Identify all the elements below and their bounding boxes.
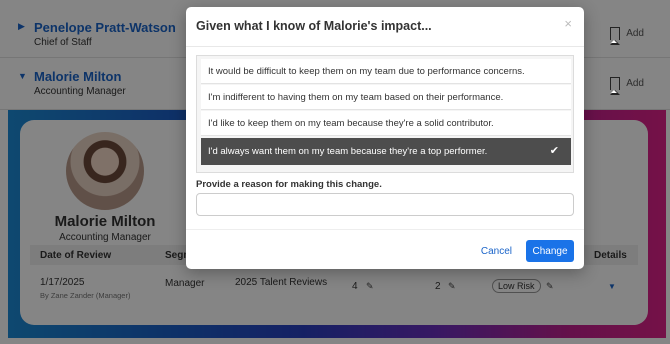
impact-modal: Given what I know of Malorie's impact...… (186, 7, 584, 269)
reason-input[interactable] (196, 193, 574, 216)
change-button[interactable]: Change (526, 240, 574, 262)
modal-header: Given what I know of Malorie's impact...… (186, 7, 584, 47)
impact-option-selected[interactable]: I'd always want them on my team because … (201, 138, 571, 165)
close-icon[interactable]: × (564, 16, 572, 31)
impact-option[interactable]: It would be difficult to keep them on my… (201, 59, 571, 84)
cancel-button[interactable]: Cancel (481, 240, 512, 262)
option-label: It would be difficult to keep them on my… (208, 66, 525, 77)
checkmark-icon: ✔ (549, 145, 559, 157)
impact-option[interactable]: I'd like to keep them on my team because… (201, 111, 571, 136)
reason-label: Provide a reason for making this change. (196, 179, 382, 190)
option-label: I'm indifferent to having them on my tea… (208, 92, 504, 103)
option-label: I'd like to keep them on my team because… (208, 118, 494, 129)
impact-options-list: It would be difficult to keep them on my… (196, 55, 574, 173)
impact-option[interactable]: I'm indifferent to having them on my tea… (201, 85, 571, 110)
modal-title: Given what I know of Malorie's impact... (196, 19, 432, 33)
option-label: I'd always want them on my team because … (208, 146, 488, 157)
modal-footer: Cancel Change (186, 229, 584, 269)
